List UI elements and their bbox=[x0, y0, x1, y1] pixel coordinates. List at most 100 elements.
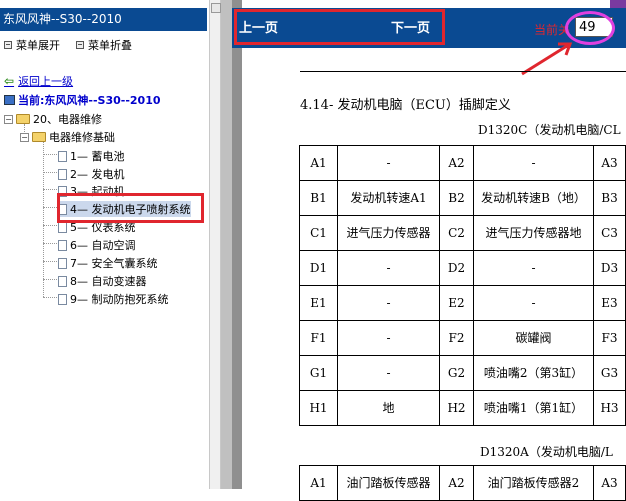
pin-function: - bbox=[473, 285, 594, 321]
annotation-highlight-nav bbox=[234, 9, 445, 45]
annotation-arrow bbox=[521, 42, 573, 76]
pin-function: 喷油嘴2（第3缸） bbox=[473, 355, 594, 391]
pin-function: 油门踏板传感器2 bbox=[473, 465, 594, 501]
collapse-menu-label: 菜单折叠 bbox=[88, 39, 132, 52]
pin-id: E3 bbox=[593, 285, 626, 321]
tree-item-generator[interactable]: 2— 发电机 bbox=[58, 166, 125, 182]
pin-id: F2 bbox=[439, 320, 474, 356]
document-icon bbox=[58, 257, 67, 269]
folder-open-icon bbox=[32, 132, 46, 142]
pin-function: 地 bbox=[337, 390, 440, 426]
tree-item-label: 2— 发电机 bbox=[70, 168, 125, 181]
back-link[interactable]: ⇦ 返回上一级 bbox=[4, 73, 73, 89]
splitter[interactable] bbox=[209, 0, 221, 489]
folder-open-icon bbox=[16, 114, 30, 124]
tree-item-label: 8— 自动变速器 bbox=[70, 275, 147, 288]
tree-item-abs[interactable]: 9— 制动防抱死系统 bbox=[58, 291, 169, 307]
pin-function: - bbox=[337, 355, 440, 391]
pin-id: C1 bbox=[299, 215, 338, 251]
table-row: A1 油门踏板传感器 A2 油门踏板传感器2 A3 bbox=[299, 465, 626, 501]
table1-caption: D1320C（发动机电脑/CL bbox=[478, 123, 621, 137]
pin-function: - bbox=[473, 145, 594, 181]
table-row: F1 - F2 碳罐阀 F3 bbox=[299, 320, 626, 356]
pin-function: - bbox=[337, 285, 440, 321]
section-title: 4.14- 发动机电脑（ECU）插脚定义 bbox=[300, 98, 511, 113]
pin-id: D1 bbox=[299, 250, 338, 286]
pin-id: B3 bbox=[593, 180, 626, 216]
table-row: E1 - E2 - E3 bbox=[299, 285, 626, 321]
window-corner bbox=[610, 0, 626, 8]
tree-node-electrical-repair[interactable]: − 20、电器维修 bbox=[4, 111, 102, 127]
table-row: G1 - G2 喷油嘴2（第3缸） G3 bbox=[299, 355, 626, 391]
pin-id: A1 bbox=[299, 145, 338, 181]
document-icon bbox=[58, 293, 67, 305]
tree-item-auto-ac[interactable]: 6— 自动空调 bbox=[58, 237, 136, 253]
pin-function: - bbox=[337, 145, 440, 181]
pin-table-d1320c: A1 - A2 - A3 B1 发动机转速A1 B2 发动机转速B（地） B3 … bbox=[299, 145, 626, 426]
table-row: A1 - A2 - A3 bbox=[299, 145, 626, 181]
pin-id: A3 bbox=[593, 465, 626, 501]
collapse-toggle-icon[interactable]: − bbox=[20, 132, 29, 142]
pin-function: 发动机转速B（地） bbox=[473, 180, 594, 216]
tree-item-label: 6— 自动空调 bbox=[70, 239, 136, 252]
tree-item-battery[interactable]: 1— 蓄电池 bbox=[58, 148, 125, 164]
collapse-toggle-icon[interactable]: − bbox=[4, 114, 13, 124]
pin-id: E1 bbox=[299, 285, 338, 321]
computer-icon bbox=[4, 95, 15, 105]
pin-function: 碳罐阀 bbox=[473, 320, 594, 356]
pin-id: D3 bbox=[593, 250, 626, 286]
page-shadow bbox=[232, 0, 242, 489]
expand-icon bbox=[4, 41, 12, 49]
top-rule bbox=[300, 71, 626, 72]
tree-item-label: 9— 制动防抱死系统 bbox=[70, 293, 169, 306]
table-row: C1 进气压力传感器 C2 进气压力传感器地 C3 bbox=[299, 215, 626, 251]
document-icon bbox=[58, 275, 67, 287]
tree-item-label: 1— 蓄电池 bbox=[70, 150, 125, 163]
pin-function: 油门踏板传感器 bbox=[337, 465, 440, 501]
expand-menu-button[interactable]: 菜单展开 bbox=[4, 37, 60, 53]
pin-id: A2 bbox=[439, 465, 474, 501]
pin-id: G1 bbox=[299, 355, 338, 391]
back-link-label: 返回上一级 bbox=[18, 75, 74, 88]
tree-item-label: 7— 安全气囊系统 bbox=[70, 257, 158, 270]
pin-id: C3 bbox=[593, 215, 626, 251]
table2-caption: D1320A（发动机电脑/L bbox=[480, 445, 613, 459]
table-row: D1 - D2 - D3 bbox=[299, 250, 626, 286]
pin-id: E2 bbox=[439, 285, 474, 321]
pin-id: H1 bbox=[299, 390, 338, 426]
pin-function: - bbox=[337, 250, 440, 286]
sidebar: 东风风神--S30--2010 菜单展开 菜单折叠 ⇦ 返回上一级 当前:东风风… bbox=[0, 0, 209, 489]
tree-item-airbag[interactable]: 7— 安全气囊系统 bbox=[58, 255, 158, 271]
current-path: 当前:东风风神--S30--2010 bbox=[4, 92, 161, 108]
pin-id: A3 bbox=[593, 145, 626, 181]
back-arrow-icon: ⇦ bbox=[4, 74, 15, 88]
document-icon bbox=[58, 221, 67, 233]
pin-id: G2 bbox=[439, 355, 474, 391]
pin-function: - bbox=[473, 250, 594, 286]
document-icon bbox=[58, 239, 67, 251]
scroll-up-icon[interactable] bbox=[211, 3, 221, 13]
tree-node-electrical-basics[interactable]: − 电器维修基础 bbox=[20, 129, 115, 145]
pin-id: H2 bbox=[439, 390, 474, 426]
viewer-gutter bbox=[221, 0, 232, 489]
pin-function: 进气压力传感器地 bbox=[473, 215, 594, 251]
tree-item-auto-transmission[interactable]: 8— 自动变速器 bbox=[58, 273, 147, 289]
collapse-icon bbox=[76, 41, 84, 49]
tree-node-label: 电器维修基础 bbox=[49, 131, 115, 144]
document-icon bbox=[58, 150, 67, 162]
pin-id: B1 bbox=[299, 180, 338, 216]
pin-function: 进气压力传感器 bbox=[337, 215, 440, 251]
pin-id: A1 bbox=[299, 465, 338, 501]
sidebar-title: 东风风神--S30--2010 bbox=[0, 8, 207, 31]
table-row: H1 地 H2 喷油嘴1（第1缸） H3 bbox=[299, 390, 626, 426]
pin-id: D2 bbox=[439, 250, 474, 286]
pin-function: 喷油嘴1（第1缸） bbox=[473, 390, 594, 426]
table-row: B1 发动机转速A1 B2 发动机转速B（地） B3 bbox=[299, 180, 626, 216]
pin-id: G3 bbox=[593, 355, 626, 391]
document-icon bbox=[58, 168, 67, 180]
collapse-menu-button[interactable]: 菜单折叠 bbox=[76, 37, 132, 53]
pin-function: 发动机转速A1 bbox=[337, 180, 440, 216]
pin-id: C2 bbox=[439, 215, 474, 251]
pin-function: - bbox=[337, 320, 440, 356]
pin-table-d1320a: A1 油门踏板传感器 A2 油门踏板传感器2 A3 bbox=[299, 465, 626, 501]
